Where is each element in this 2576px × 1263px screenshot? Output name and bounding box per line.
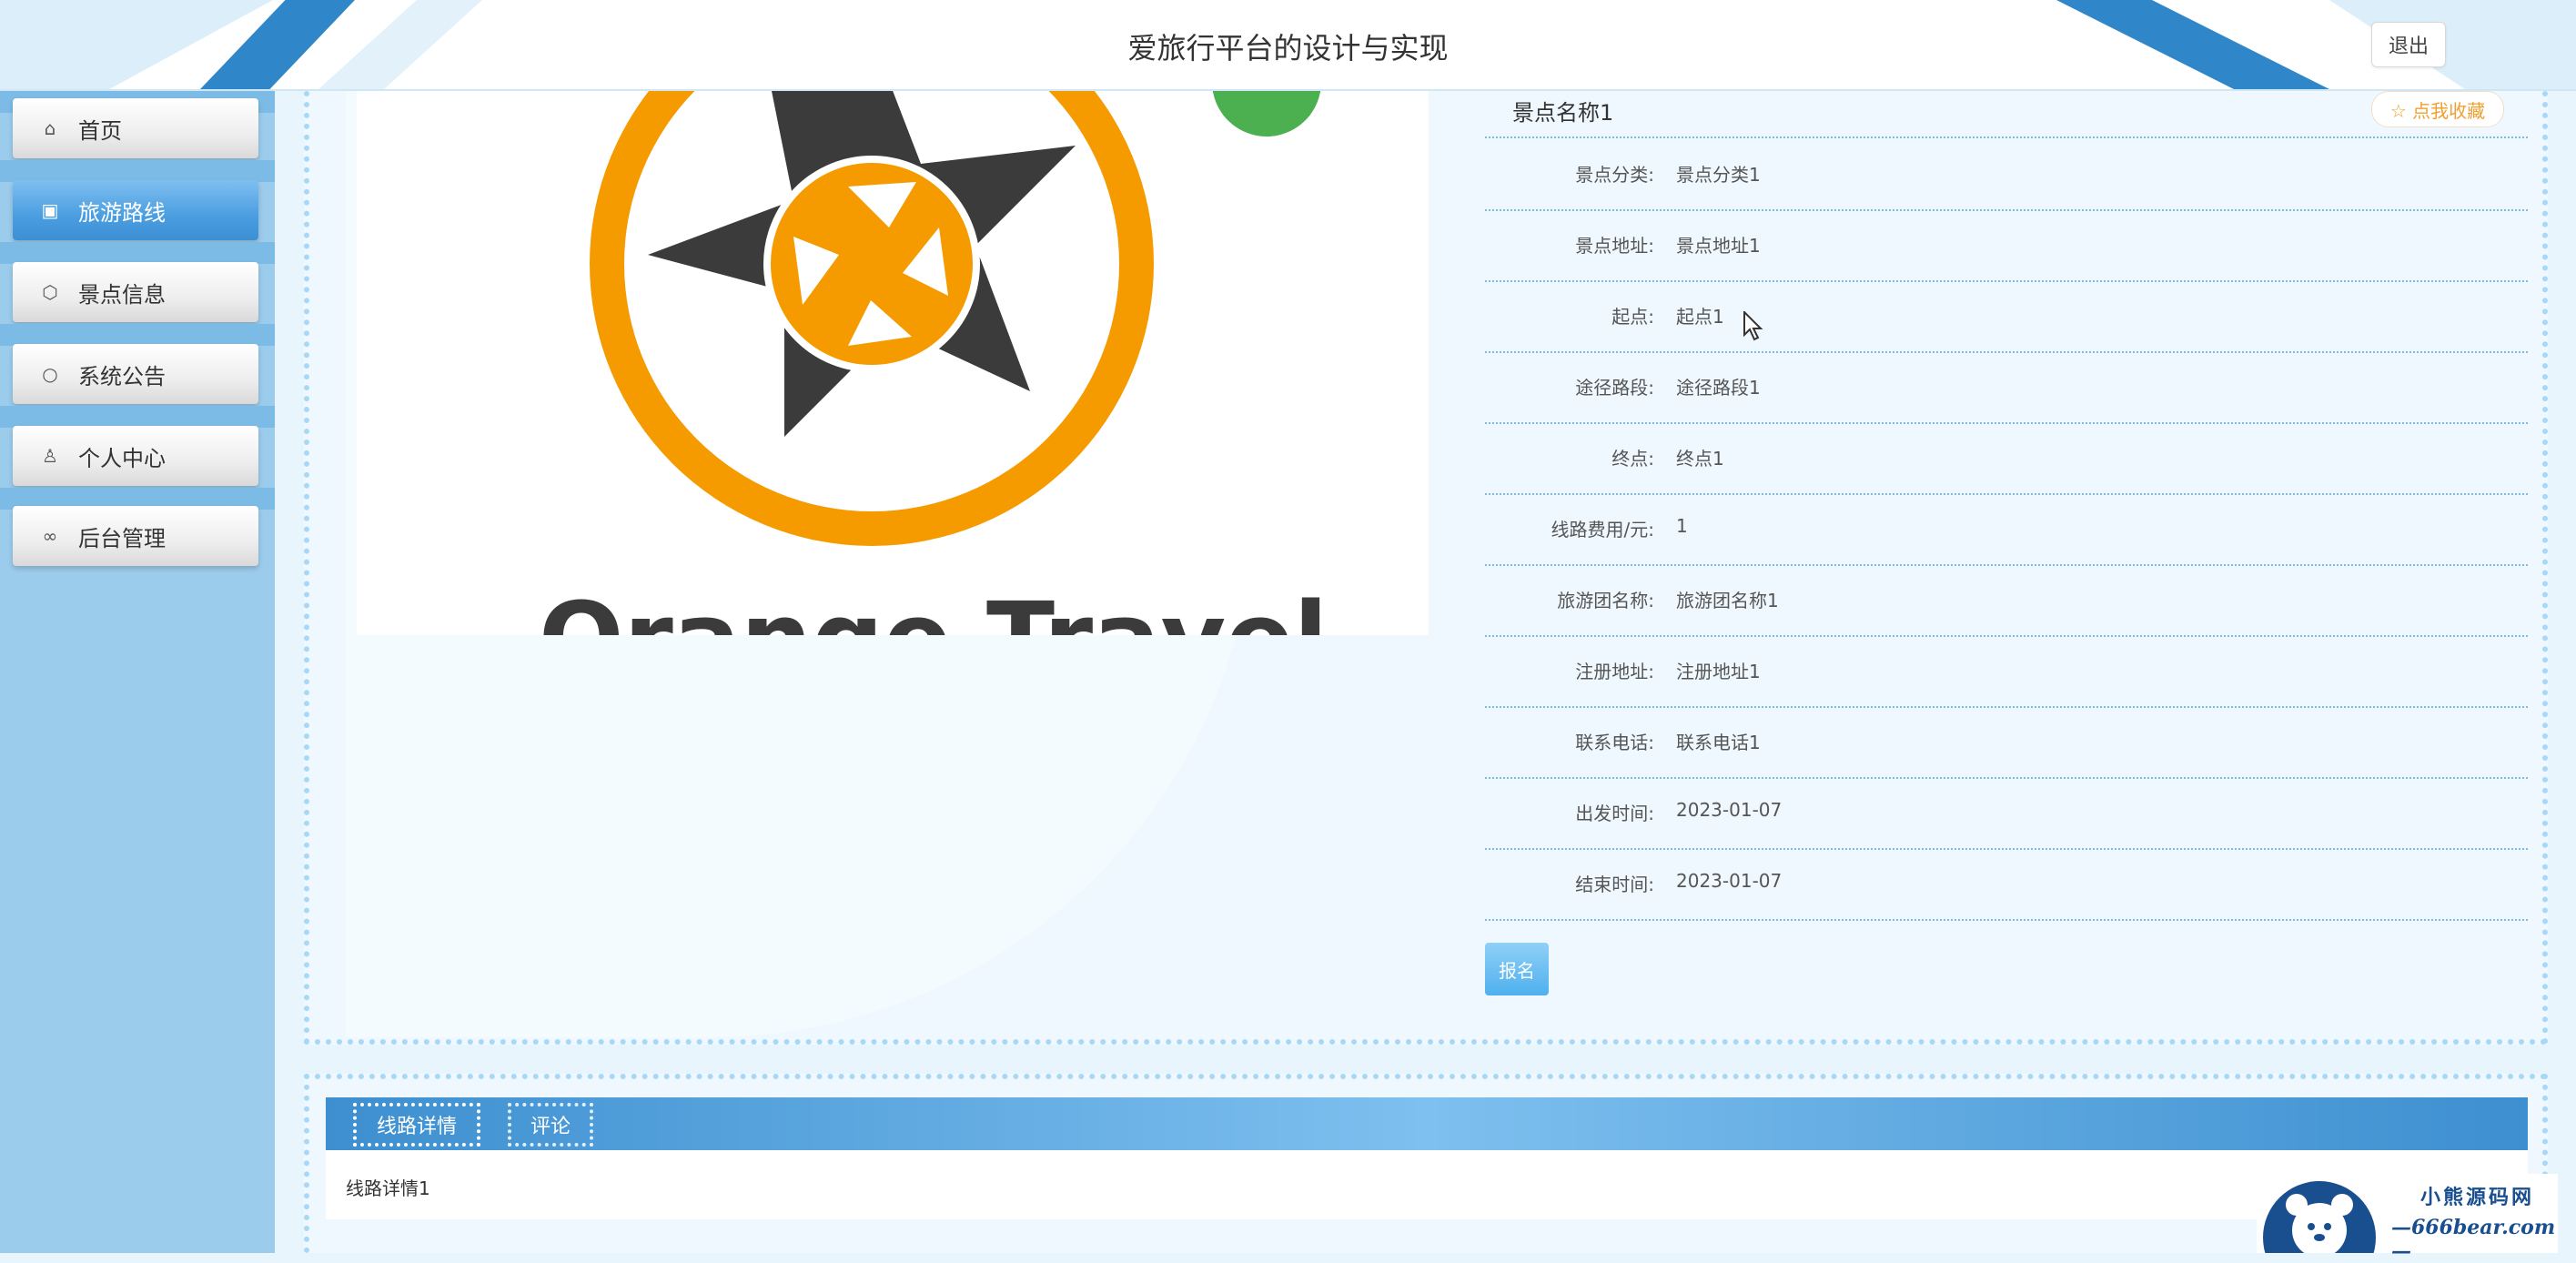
- field-label: 出发时间:: [1575, 803, 1654, 824]
- field-label: 旅游团名称:: [1557, 590, 1654, 611]
- field-label: 景点分类:: [1575, 164, 1654, 186]
- sidebar-item-scenic-info[interactable]: ⬡ 景点信息: [13, 262, 258, 322]
- page-title: 爱旅行平台的设计与实现: [1127, 31, 1449, 66]
- sidebar-item-label: 后台管理: [78, 525, 166, 551]
- field-value: 注册地址1: [1676, 661, 1761, 682]
- tab-comments[interactable]: 评论: [508, 1103, 593, 1147]
- sidebar-item-label: 旅游路线: [78, 199, 166, 226]
- detail-row: 注册地址: 注册地址1: [1485, 637, 2528, 708]
- field-label: 结束时间:: [1575, 874, 1654, 895]
- field-value: 起点1: [1676, 306, 1724, 328]
- watermark: 小熊源码网 —666bear.com—: [2257, 1174, 2558, 1263]
- link-icon: ∞: [42, 525, 58, 547]
- sidebar-item-label: 景点信息: [78, 281, 166, 308]
- sidebar-item-label: 个人中心: [78, 445, 166, 471]
- detail-row: 途径路段: 途径路段1: [1485, 353, 2528, 424]
- field-value: 旅游团名称1: [1676, 590, 1779, 611]
- sidebar-band: [0, 160, 275, 182]
- favorite-button[interactable]: ☆ 点我收藏: [2371, 91, 2504, 127]
- detail-row: 旅游团名称: 旅游团名称1: [1485, 566, 2528, 637]
- orange-travel-logo: Orange Travel: [539, 91, 1328, 635]
- sidebar-item-personal-center[interactable]: ♙ 个人中心: [13, 426, 258, 486]
- sidebar-band: [0, 242, 275, 264]
- field-value: 1: [1676, 515, 1688, 537]
- logout-button[interactable]: 退出: [2371, 22, 2446, 67]
- sidebar-band: [0, 406, 275, 428]
- sidebar-item-label: 系统公告: [78, 363, 166, 389]
- circle-icon: ○: [42, 363, 58, 385]
- sidebar-item-travel-routes[interactable]: ▣ 旅游路线: [13, 180, 258, 240]
- scenic-name: 景点名称1: [1512, 100, 1614, 126]
- field-label: 注册地址:: [1575, 661, 1654, 682]
- top-header: 爱旅行平台的设计与实现 退出: [0, 0, 2576, 91]
- field-value: 2023-01-07: [1676, 799, 1783, 821]
- detail-row: 终点: 终点1: [1485, 424, 2528, 495]
- home-icon: ⌂: [44, 117, 56, 139]
- detail-row: 线路费用/元: 1: [1485, 495, 2528, 566]
- sidebar-item-label: 首页: [78, 117, 122, 144]
- watermark-name: 小熊源码网: [2420, 1186, 2535, 1209]
- gift-icon: ▣: [41, 199, 59, 221]
- field-label: 终点:: [1611, 448, 1654, 470]
- apply-button[interactable]: 报名: [1485, 943, 1549, 995]
- field-label: 途径路段:: [1575, 377, 1654, 399]
- detail-row: 结束时间: 2023-01-07: [1485, 850, 2528, 921]
- field-label: 起点:: [1611, 306, 1654, 328]
- sidebar: ⌂ 首页 ▣ 旅游路线 ⬡ 景点信息 ○ 系统公告 ♙ 个人中心 ∞ 后台管理: [0, 91, 275, 1253]
- sidebar-item-home[interactable]: ⌂ 首页: [13, 98, 258, 158]
- field-label: 线路费用/元:: [1551, 519, 1654, 541]
- detail-row: 景点分类: 景点分类1: [1485, 140, 2528, 211]
- field-label: 景点地址:: [1575, 235, 1654, 257]
- mouse-cursor-icon: [1743, 311, 1763, 341]
- field-value: 2023-01-07: [1676, 870, 1783, 892]
- sidebar-item-admin[interactable]: ∞ 后台管理: [13, 506, 258, 566]
- bear-logo-icon: [2263, 1181, 2376, 1253]
- tab-content: 线路详情1: [326, 1150, 2528, 1219]
- field-value: 景点地址1: [1676, 235, 1761, 257]
- user-icon: ♙: [42, 445, 58, 467]
- logo-text: Orange Travel: [539, 581, 1328, 635]
- field-label: 联系电话:: [1575, 732, 1654, 753]
- detail-row: 联系电话: 联系电话1: [1485, 708, 2528, 779]
- field-value: 联系电话1: [1676, 732, 1761, 753]
- detail-row: 起点: 起点1: [1485, 282, 2528, 353]
- sidebar-band: [0, 324, 275, 346]
- field-value: 景点分类1: [1676, 164, 1761, 186]
- detail-row: 景点地址: 景点地址1: [1485, 211, 2528, 282]
- tab-route-details[interactable]: 线路详情: [353, 1103, 480, 1147]
- route-image: Orange Travel: [357, 91, 1429, 635]
- field-value: 终点1: [1676, 448, 1724, 470]
- field-value: 途径路段1: [1676, 377, 1761, 399]
- tab-bar: 线路详情 评论: [326, 1097, 2528, 1150]
- watermark-url: —666bear.com—: [2391, 1216, 2556, 1263]
- detail-header: 景点名称1 ☆ 点我收藏: [1485, 91, 2528, 138]
- detail-row: 出发时间: 2023-01-07: [1485, 779, 2528, 850]
- route-details-text: 线路详情1: [346, 1177, 430, 1199]
- cube-icon: ⬡: [42, 281, 58, 303]
- sidebar-item-announcements[interactable]: ○ 系统公告: [13, 344, 258, 404]
- green-accent: [1212, 91, 1321, 136]
